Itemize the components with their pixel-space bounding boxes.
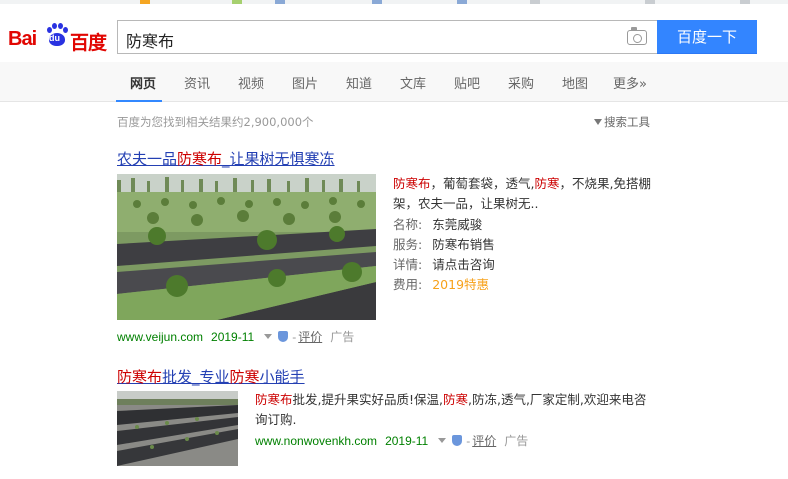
title-highlight: 防寒布 bbox=[117, 368, 163, 386]
caret-down-icon[interactable] bbox=[438, 438, 447, 443]
desc-highlight: 防寒布 bbox=[255, 392, 293, 407]
nav-tabs: 网页 资讯 视频 图片 知道 文库 贴吧 采购 地图 更多» bbox=[0, 62, 788, 102]
desc-highlight: 防寒 bbox=[442, 392, 468, 407]
logo-text-cn: 百度 bbox=[70, 32, 107, 54]
tab-web[interactable]: 网页 bbox=[130, 73, 156, 92]
title-text: 批发_专业 bbox=[162, 368, 230, 386]
caret-down-icon[interactable] bbox=[264, 334, 273, 339]
search-header: Bai du 百度 防寒布 百度一下 bbox=[0, 4, 788, 62]
result-2-url-row: www.nonwovenkh.com 2019-11 - 评价 广告 bbox=[255, 432, 528, 449]
search-button[interactable]: 百度一下 bbox=[657, 20, 757, 54]
separator: - bbox=[466, 434, 471, 448]
title-highlight: 防寒布 bbox=[177, 150, 223, 168]
field-key: 详情: bbox=[393, 257, 423, 272]
review-link[interactable]: 评价 bbox=[472, 434, 496, 448]
shield-icon[interactable] bbox=[278, 331, 289, 342]
result-1-title[interactable]: 农夫一品防寒布_让果树无惧寒冻 bbox=[117, 148, 335, 169]
result-count: 百度为您找到相关结果约2,900,000个 bbox=[117, 115, 314, 129]
result-1-field-fee: 费用: 2019特惠 bbox=[393, 274, 489, 293]
logo-text-latin: Bai bbox=[8, 28, 37, 50]
field-value: 东莞威骏 bbox=[432, 217, 483, 232]
field-key: 费用: bbox=[393, 277, 423, 292]
desc-highlight: 防寒布 bbox=[393, 176, 431, 191]
separator: - bbox=[292, 330, 297, 344]
result-url[interactable]: www.nonwovenkh.com bbox=[255, 434, 377, 448]
desc-highlight: 防寒 bbox=[534, 176, 560, 191]
result-1-field-name: 名称: 东莞威骏 bbox=[393, 214, 482, 233]
result-1-url-row: www.veijun.com 2019-11 - 评价 广告 bbox=[117, 328, 354, 345]
tab-procurement[interactable]: 采购 bbox=[508, 73, 534, 92]
tab-zhidao[interactable]: 知道 bbox=[346, 73, 372, 92]
field-key: 名称: bbox=[393, 217, 423, 232]
orchard-image bbox=[117, 174, 376, 320]
title-text: 农夫一品 bbox=[117, 150, 178, 168]
field-key: 服务: bbox=[393, 237, 423, 252]
field-image bbox=[117, 391, 238, 466]
result-1-description: 防寒布，葡萄套袋，透气,防寒，不烧果,免搭棚架，农夫一品，让果树无.. bbox=[393, 174, 663, 214]
tab-tieba[interactable]: 贴吧 bbox=[454, 73, 480, 92]
result-date: 2019-11 bbox=[211, 330, 255, 344]
search-query: 防寒布 bbox=[126, 32, 175, 51]
field-value: 防寒布销售 bbox=[432, 237, 495, 252]
title-text: 小能手 bbox=[259, 368, 305, 386]
funnel-icon bbox=[594, 119, 602, 125]
title-text: _让果树无惧寒冻 bbox=[222, 150, 335, 168]
ad-label: 广告 bbox=[330, 330, 355, 344]
tab-video[interactable]: 视频 bbox=[238, 73, 264, 92]
review-link[interactable]: 评价 bbox=[298, 330, 322, 344]
tab-map[interactable]: 地图 bbox=[562, 73, 588, 92]
tab-images[interactable]: 图片 bbox=[292, 73, 318, 92]
result-2-description: 防寒布批发,提升果实好品质!保温,防寒,防冻,透气,厂家定制,欢迎来电咨询订购. bbox=[255, 390, 655, 430]
tab-wenku[interactable]: 文库 bbox=[400, 73, 426, 92]
result-1-field-detail: 详情: 请点击咨询 bbox=[393, 254, 495, 273]
baidu-logo[interactable]: Bai du 百度 bbox=[8, 18, 108, 54]
ad-label: 广告 bbox=[504, 434, 529, 448]
desc-text: 批发,提升果实好品质!保温, bbox=[292, 392, 443, 407]
result-date: 2019-11 bbox=[385, 434, 429, 448]
logo-paw-text: du bbox=[49, 33, 60, 43]
active-tab-indicator bbox=[116, 100, 162, 102]
search-tools-button[interactable]: 搜索工具 bbox=[594, 114, 650, 130]
search-input[interactable]: 防寒布 bbox=[117, 20, 657, 54]
tab-news[interactable]: 资讯 bbox=[184, 73, 210, 92]
result-2-thumbnail[interactable] bbox=[117, 391, 238, 466]
search-tools-label: 搜索工具 bbox=[604, 115, 650, 129]
title-highlight: 防寒 bbox=[229, 368, 260, 386]
result-1-field-service: 服务: 防寒布销售 bbox=[393, 234, 495, 253]
field-value[interactable]: 请点击咨询 bbox=[432, 257, 495, 272]
tab-more[interactable]: 更多» bbox=[613, 73, 647, 92]
result-1-thumbnail[interactable] bbox=[117, 174, 376, 320]
desc-text: ，葡萄套袋，透气, bbox=[430, 176, 535, 191]
camera-icon[interactable] bbox=[627, 27, 647, 45]
shield-icon[interactable] bbox=[452, 435, 463, 446]
result-url[interactable]: www.veijun.com bbox=[117, 330, 203, 344]
result-2-title[interactable]: 防寒布批发_专业防寒小能手 bbox=[117, 366, 305, 387]
field-value[interactable]: 2019特惠 bbox=[432, 277, 489, 292]
